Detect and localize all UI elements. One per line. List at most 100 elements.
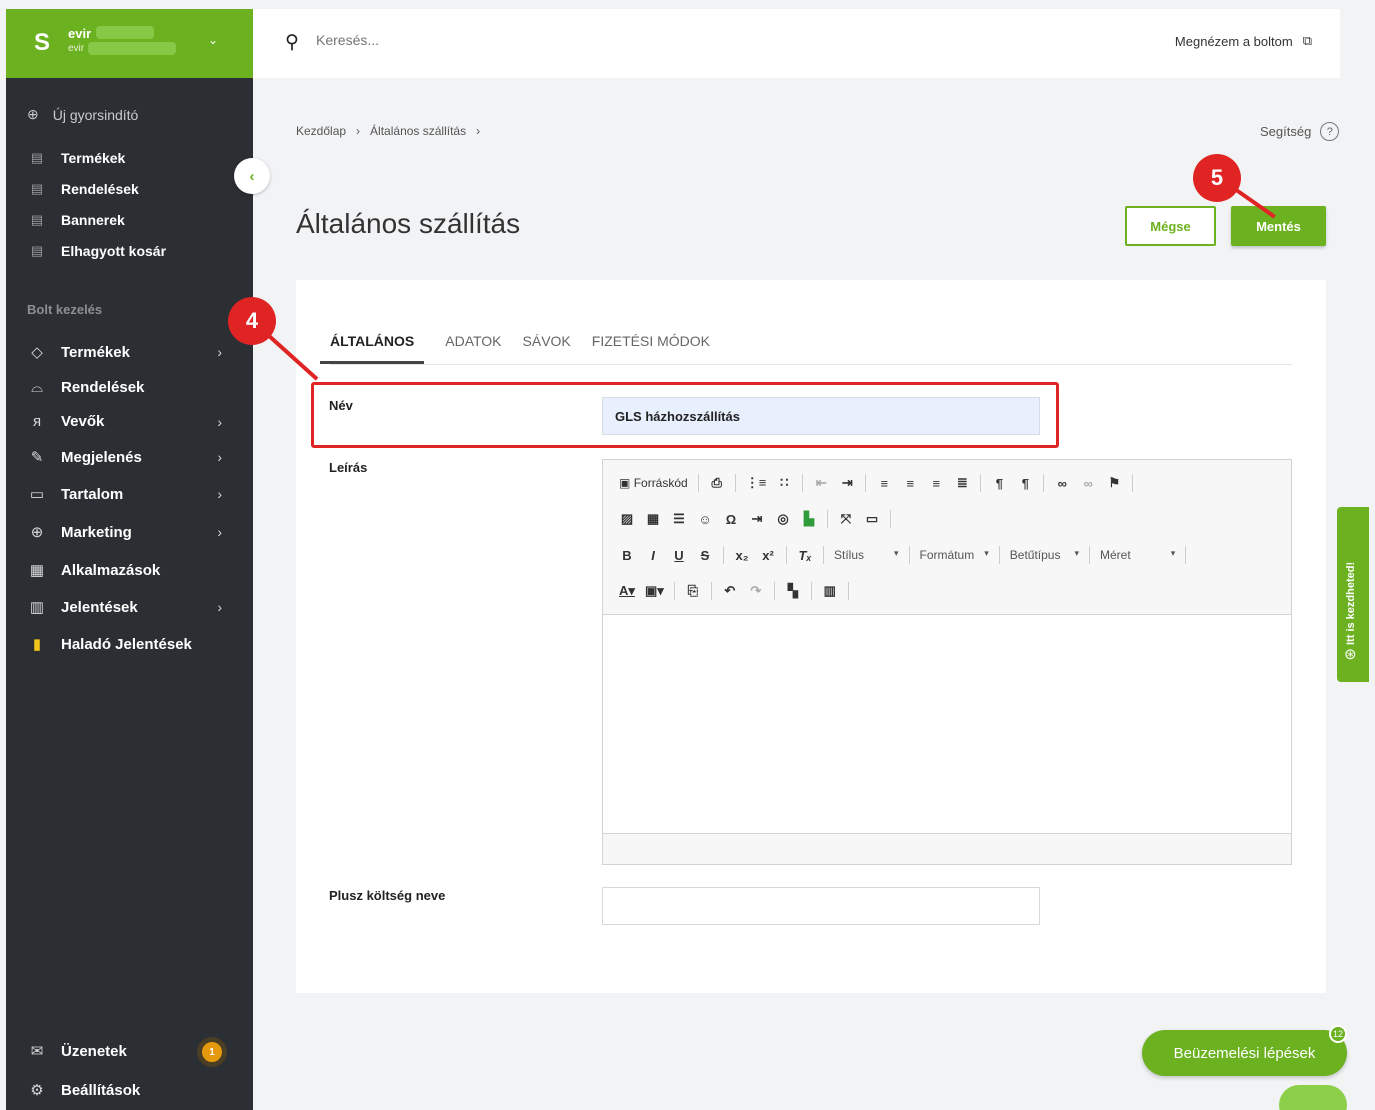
onboarding-label: Beüzemelési lépések xyxy=(1173,1044,1316,1062)
unlink-icon[interactable]: ∞ xyxy=(1080,476,1096,491)
image-icon[interactable]: ▨ xyxy=(619,511,635,527)
numbered-list-icon[interactable]: ⋮≡ xyxy=(746,475,767,491)
extra-cost-label: Plusz költség neve xyxy=(329,888,446,903)
style-dropdown[interactable]: Stílus ▾ xyxy=(834,548,899,562)
special-char-icon[interactable]: Ω xyxy=(723,512,739,527)
tab-bands[interactable]: SÁVOK xyxy=(523,333,571,364)
pinned-label: Rendelések xyxy=(61,181,139,197)
pinned-page-icon: ▤ xyxy=(30,181,44,196)
align-right-icon[interactable]: ≡ xyxy=(928,476,944,491)
preview-icon[interactable]: ⎙ xyxy=(709,475,725,491)
toolbar-separator xyxy=(802,474,804,492)
justify-icon[interactable]: ≣ xyxy=(954,475,970,491)
sidebar-item-orders[interactable]: ⌓ Rendelések xyxy=(27,379,222,396)
toolbar-separator xyxy=(710,582,712,600)
sidebar-item-marketing[interactable]: ⊕ Marketing › xyxy=(27,523,222,542)
pinned-item-orders[interactable]: ▤ Rendelések xyxy=(27,181,222,197)
div-container-icon[interactable]: ▥ xyxy=(822,583,838,599)
sidebar-item-reports[interactable]: ▥ Jelentések › xyxy=(27,598,222,617)
tab-general[interactable]: ÁLTALÁNOS xyxy=(320,333,425,364)
outdent-icon[interactable]: ⇤ xyxy=(813,475,829,491)
help-link[interactable]: Segítség ? xyxy=(1260,122,1340,141)
sidebar-item-settings[interactable]: ⚙ Beállítások xyxy=(27,1081,222,1100)
sidebar-collapse-button[interactable]: ‹ xyxy=(234,158,270,194)
smiley-icon[interactable]: ☺ xyxy=(697,512,713,527)
horizontal-rule-icon[interactable]: ☰ xyxy=(671,511,687,527)
chat-button[interactable] xyxy=(1279,1085,1347,1110)
chevron-right-icon: › xyxy=(217,486,222,502)
redo-icon[interactable]: ↷ xyxy=(748,583,764,599)
align-center-icon[interactable]: ≡ xyxy=(902,476,918,491)
search-icon: ⚲ xyxy=(285,32,299,53)
sidebar-item-content[interactable]: ▭ Tartalom › xyxy=(27,485,222,504)
quick-launch-add[interactable]: ⊕ Új gyorsindító xyxy=(27,106,138,123)
show-blocks-icon[interactable]: ▭ xyxy=(864,511,880,527)
remove-format-icon[interactable]: Tₓ xyxy=(797,548,813,563)
sidebar-item-label: Alkalmazások xyxy=(61,561,161,579)
search-input[interactable] xyxy=(316,32,616,48)
sidebar-item-messages[interactable]: ✉ Üzenetek 1 xyxy=(27,1037,227,1067)
size-dropdown[interactable]: Méret ▾ xyxy=(1100,548,1175,562)
pinned-item-banners[interactable]: ▤ Bannerek xyxy=(27,212,222,228)
save-button[interactable]: Mentés xyxy=(1231,206,1326,246)
source-code-button[interactable]: ▣ Forráskód xyxy=(619,476,688,490)
ltr-icon[interactable]: ¶ xyxy=(991,476,1007,491)
store-switcher[interactable]: S evir evir ⌄ xyxy=(6,9,253,78)
tab-data[interactable]: ADATOK xyxy=(445,333,501,364)
bullet-list-icon[interactable]: ∷ xyxy=(776,475,792,491)
sidebar-item-customers[interactable]: ᴙ Vevők › xyxy=(27,413,222,430)
sidebar-item-label: Beállítások xyxy=(61,1081,141,1099)
anchor-flag-icon[interactable]: ⚑ xyxy=(1106,475,1122,491)
page-break-icon[interactable]: ⇥ xyxy=(749,511,765,527)
pinned-label: Elhagyott kosár xyxy=(61,243,167,259)
toolbar-separator xyxy=(734,474,736,492)
table-icon[interactable]: ▦ xyxy=(645,511,661,527)
extra-cost-field[interactable] xyxy=(602,887,1040,925)
document-icon: ▭ xyxy=(29,486,45,503)
store-sub: evir xyxy=(68,43,85,54)
indent-icon[interactable]: ⇥ xyxy=(839,475,855,491)
maximize-icon[interactable]: ⤧ xyxy=(838,511,854,527)
sidebar-item-appearance[interactable]: ✎ Megjelenés › xyxy=(27,448,222,467)
background-color-icon[interactable]: ▣▾ xyxy=(645,583,664,599)
rtl-icon[interactable]: ¶ xyxy=(1017,476,1033,491)
block-quote-icon[interactable]: ▚ xyxy=(785,583,801,599)
breadcrumb-current[interactable]: Általános szállítás xyxy=(370,124,466,138)
toolbar-separator xyxy=(810,582,812,600)
format-dropdown[interactable]: Formátum ▾ xyxy=(920,548,989,562)
onboarding-button[interactable]: Beüzemelési lépések xyxy=(1142,1030,1347,1076)
strikethrough-icon[interactable]: S xyxy=(697,548,713,563)
underline-icon[interactable]: U xyxy=(671,548,687,563)
pinned-item-abandoned-cart[interactable]: ▤ Elhagyott kosár xyxy=(27,243,222,259)
link-icon[interactable]: ∞ xyxy=(1054,476,1070,491)
sidebar-item-label: Megjelenés xyxy=(61,448,142,466)
redacted-text xyxy=(88,42,176,55)
caret-down-icon: ▾ xyxy=(984,548,989,558)
toolbar-separator xyxy=(773,582,775,600)
bold-icon[interactable]: B xyxy=(619,548,635,563)
align-left-icon[interactable]: ≡ xyxy=(876,476,892,491)
paste-text-icon[interactable]: ⎘ xyxy=(685,583,701,599)
sidebar-item-apps[interactable]: ▦ Alkalmazások xyxy=(27,561,222,580)
superscript-icon[interactable]: x² xyxy=(760,548,776,563)
sidebar: S evir evir ⌄ xyxy=(6,9,253,1110)
editor-content-area[interactable] xyxy=(603,614,1291,834)
sidebar-item-products[interactable]: ◇ Termékek › xyxy=(27,343,222,362)
undo-icon[interactable]: ↶ xyxy=(722,583,738,599)
view-store-link[interactable]: Megnézem a boltom ⧉ xyxy=(1175,33,1312,49)
font-dropdown[interactable]: Betűtípus ▾ xyxy=(1010,548,1079,562)
pinned-page-icon: ▤ xyxy=(30,212,44,227)
template-icon[interactable]: ▙ xyxy=(801,511,817,527)
sidebar-item-advanced-reports[interactable]: ▮ Haladó Jelentések xyxy=(27,635,222,654)
tab-payment-methods[interactable]: FIZETÉSI MÓDOK xyxy=(592,333,710,364)
text-color-icon[interactable]: A▾ xyxy=(619,583,635,599)
pinned-item-products[interactable]: ▤ Termékek xyxy=(27,150,222,166)
cancel-button[interactable]: Mégse xyxy=(1125,206,1216,246)
subscript-icon[interactable]: x₂ xyxy=(734,548,750,563)
italic-icon[interactable]: I xyxy=(645,548,661,563)
messages-count-badge: 1 xyxy=(197,1037,227,1067)
caret-down-icon: ▾ xyxy=(1074,548,1079,558)
iframe-icon[interactable]: ◎ xyxy=(775,511,791,527)
breadcrumb-home[interactable]: Kezdőlap xyxy=(296,124,346,138)
chevron-down-icon[interactable]: ⌄ xyxy=(208,33,218,47)
